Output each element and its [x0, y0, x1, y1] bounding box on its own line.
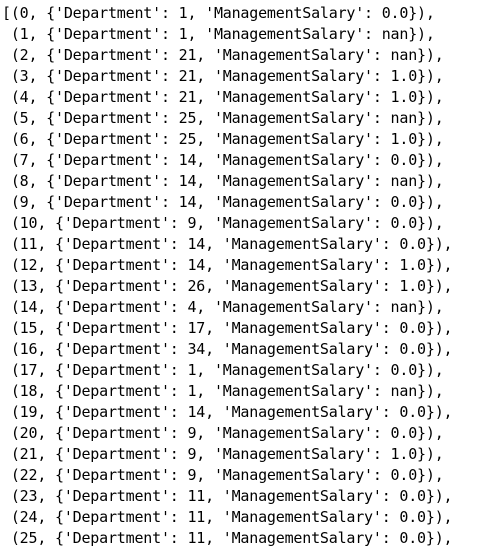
output-line: (11, {'Department': 14, 'ManagementSalar… [2, 235, 453, 253]
output-line: (2, {'Department': 21, 'ManagementSalary… [2, 46, 444, 64]
output-line: (5, {'Department': 25, 'ManagementSalary… [2, 109, 444, 127]
output-line: (23, {'Department': 11, 'ManagementSalar… [2, 487, 453, 505]
output-line: (21, {'Department': 9, 'ManagementSalary… [2, 445, 444, 463]
output-line: (4, {'Department': 21, 'ManagementSalary… [2, 88, 444, 106]
output-line: [(0, {'Department': 1, 'ManagementSalary… [2, 4, 435, 22]
output-line: (15, {'Department': 17, 'ManagementSalar… [2, 319, 453, 337]
output-line: (19, {'Department': 14, 'ManagementSalar… [2, 403, 453, 421]
output-line: (7, {'Department': 14, 'ManagementSalary… [2, 151, 444, 169]
output-line: (6, {'Department': 25, 'ManagementSalary… [2, 130, 444, 148]
output-line: (10, {'Department': 9, 'ManagementSalary… [2, 214, 444, 232]
output-line: (16, {'Department': 34, 'ManagementSalar… [2, 340, 453, 358]
output-line: (1, {'Department': 1, 'ManagementSalary'… [2, 25, 435, 43]
output-line: (8, {'Department': 14, 'ManagementSalary… [2, 172, 444, 190]
output-line: (17, {'Department': 1, 'ManagementSalary… [2, 361, 444, 379]
code-output-area: [(0, {'Department': 1, 'ManagementSalary… [2, 3, 496, 549]
output-line: (9, {'Department': 14, 'ManagementSalary… [2, 193, 444, 211]
output-line: (18, {'Department': 1, 'ManagementSalary… [2, 382, 444, 400]
output-line: (22, {'Department': 9, 'ManagementSalary… [2, 466, 444, 484]
output-line: (13, {'Department': 26, 'ManagementSalar… [2, 277, 453, 295]
output-line: (25, {'Department': 11, 'ManagementSalar… [2, 529, 453, 547]
output-line: (24, {'Department': 11, 'ManagementSalar… [2, 508, 453, 526]
output-line: (14, {'Department': 4, 'ManagementSalary… [2, 298, 444, 316]
output-line: (3, {'Department': 21, 'ManagementSalary… [2, 67, 444, 85]
output-line: (20, {'Department': 9, 'ManagementSalary… [2, 424, 444, 442]
output-line: (12, {'Department': 14, 'ManagementSalar… [2, 256, 453, 274]
